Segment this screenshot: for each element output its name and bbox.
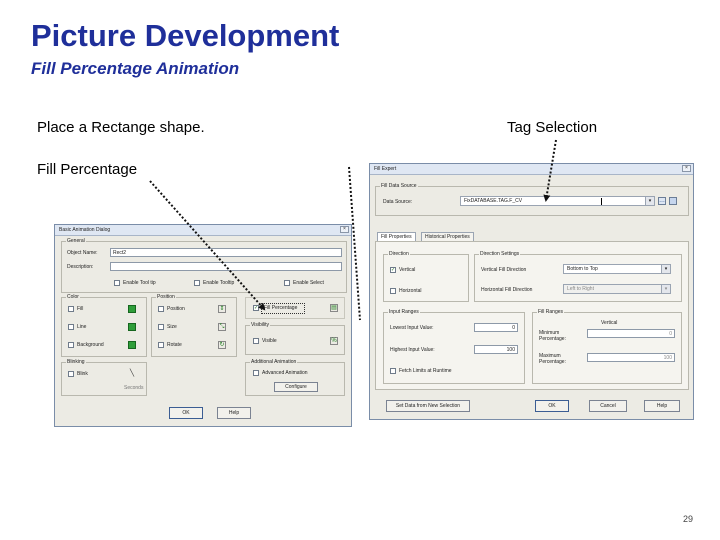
rectangle-arrow — [348, 166, 361, 321]
page-number: 29 — [683, 514, 694, 524]
callout-arrows — [149, 139, 557, 321]
fill-percentage-arrow — [149, 180, 266, 311]
tag-selection-arrow — [543, 139, 557, 202]
